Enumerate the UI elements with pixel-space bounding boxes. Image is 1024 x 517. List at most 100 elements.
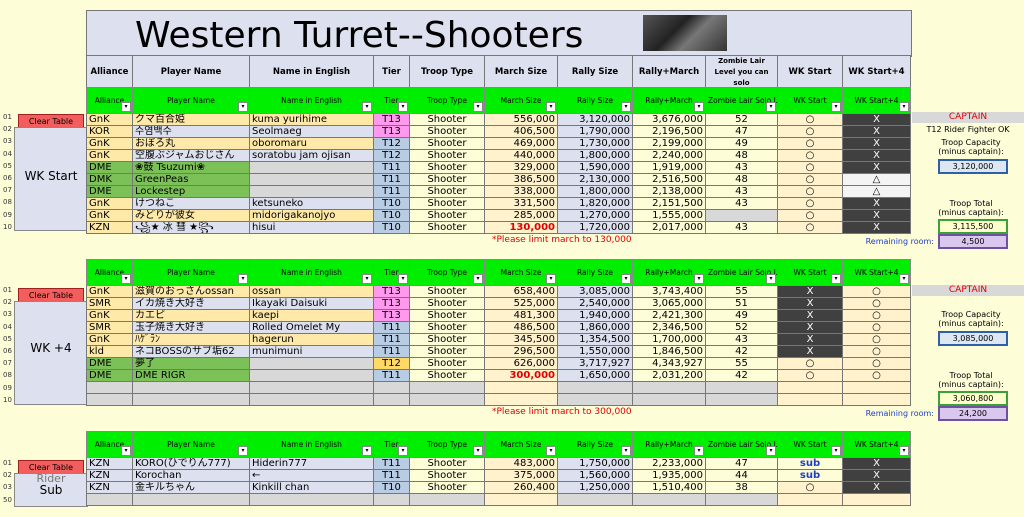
cell-alliance[interactable]: DME <box>86 357 133 370</box>
cell-troop-type[interactable] <box>409 393 485 406</box>
cell-rally-size[interactable]: 1,250,000 <box>557 481 633 494</box>
cell-rally-march[interactable]: 1,555,000 <box>632 209 706 222</box>
cell-player-name[interactable]: GreenPeas <box>132 173 250 186</box>
cell-rally-size[interactable] <box>557 493 633 506</box>
filter-dropdown-icon[interactable]: ▾ <box>899 102 909 112</box>
filter-dropdown-icon[interactable]: ▾ <box>238 446 248 456</box>
cell-rally-size[interactable]: 1,720,000 <box>557 221 633 234</box>
cell-rally-march[interactable]: 2,199,000 <box>632 137 706 150</box>
cell-player-name[interactable]: Korochan <box>132 469 250 482</box>
cell-alliance[interactable] <box>86 381 133 394</box>
cell-zombie-lair-level[interactable]: 52 <box>705 321 778 334</box>
filter-dropdown-icon[interactable]: ▾ <box>121 102 131 112</box>
cell-wk-start-4[interactable]: X <box>842 113 911 126</box>
cell-alliance[interactable]: SMR <box>86 297 133 310</box>
cell-tier[interactable]: T11 <box>373 345 410 358</box>
cell-alliance[interactable]: GnK <box>86 149 133 162</box>
cell-name-in-english[interactable]: ossan <box>249 285 374 298</box>
cell-tier[interactable]: T12 <box>373 357 410 370</box>
cell-wk-start[interactable]: ○ <box>777 113 843 126</box>
cell-wk-start-4[interactable]: ○ <box>842 321 911 334</box>
filter-dropdown-icon[interactable]: ▾ <box>621 102 631 112</box>
filter-dropdown-icon[interactable]: ▾ <box>694 446 704 456</box>
filter-dropdown-icon[interactable]: ▾ <box>238 274 248 284</box>
cell-march-size[interactable]: 481,300 <box>484 309 558 322</box>
filter-dropdown-icon[interactable]: ▾ <box>766 102 776 112</box>
cell-wk-start[interactable]: ○ <box>777 173 843 186</box>
cell-zombie-lair-level[interactable]: 44 <box>705 469 778 482</box>
cell-alliance[interactable]: DME <box>86 185 133 198</box>
cell-wk-start-4[interactable]: X <box>842 457 911 470</box>
cell-troop-type[interactable]: Shooter <box>409 457 485 470</box>
cell-rally-size[interactable]: 1,800,000 <box>557 149 633 162</box>
cell-tier[interactable]: T10 <box>373 209 410 222</box>
cell-name-in-english[interactable]: kaepi <box>249 309 374 322</box>
cell-tier[interactable]: T13 <box>373 113 410 126</box>
cell-march-size[interactable]: 285,000 <box>484 209 558 222</box>
cell-rally-size[interactable]: 1,790,000 <box>557 125 633 138</box>
cell-troop-type[interactable] <box>409 381 485 394</box>
filter-dropdown-icon[interactable]: ▾ <box>121 446 131 456</box>
cell-name-in-english[interactable]: kuma yurihime <box>249 113 374 126</box>
cell-troop-type[interactable]: Shooter <box>409 113 485 126</box>
filter-dropdown-icon[interactable]: ▾ <box>899 446 909 456</box>
cell-rally-march[interactable]: 2,151,500 <box>632 197 706 210</box>
cell-alliance[interactable]: SMR <box>86 321 133 334</box>
cell-name-in-english[interactable] <box>249 393 374 406</box>
cell-player-name[interactable]: ネコBOSSのサブ垢62 <box>132 345 250 358</box>
cell-zombie-lair-level[interactable] <box>705 493 778 506</box>
filter-dropdown-icon[interactable]: ▾ <box>899 274 909 284</box>
cell-player-name[interactable]: イカ焼き大好き <box>132 297 250 310</box>
cell-rally-march[interactable] <box>632 493 706 506</box>
cell-tier[interactable] <box>373 493 410 506</box>
cell-player-name[interactable]: けつねこ <box>132 197 250 210</box>
cell-troop-type[interactable]: Shooter <box>409 285 485 298</box>
cell-wk-start-4[interactable]: X <box>842 209 911 222</box>
cell-alliance[interactable]: GnK <box>86 197 133 210</box>
cell-rally-size[interactable]: 1,940,000 <box>557 309 633 322</box>
filter-dropdown-icon[interactable]: ▾ <box>121 274 131 284</box>
cell-rally-march[interactable]: 1,935,000 <box>632 469 706 482</box>
cell-player-name[interactable]: ꧁★ 冰 彗 ★꧂ <box>132 221 250 234</box>
cell-zombie-lair-level[interactable]: 43 <box>705 333 778 346</box>
filter-dropdown-icon[interactable]: ▾ <box>473 274 483 284</box>
cell-wk-start[interactable]: ○ <box>777 149 843 162</box>
cell-wk-start-4[interactable]: X <box>842 161 911 174</box>
cell-troop-type[interactable]: Shooter <box>409 297 485 310</box>
cell-march-size[interactable]: 525,000 <box>484 297 558 310</box>
filter-dropdown-icon[interactable]: ▾ <box>831 102 841 112</box>
cell-wk-start[interactable]: ○ <box>777 369 843 382</box>
cell-rally-march[interactable]: 2,196,500 <box>632 125 706 138</box>
cell-wk-start[interactable] <box>777 393 843 406</box>
cell-name-in-english[interactable]: hisui <box>249 221 374 234</box>
cell-rally-size[interactable]: 1,860,000 <box>557 321 633 334</box>
cell-rally-size[interactable]: 1,354,500 <box>557 333 633 346</box>
cell-wk-start[interactable]: ○ <box>777 137 843 150</box>
cell-wk-start-4[interactable]: X <box>842 481 911 494</box>
cell-alliance[interactable]: GnK <box>86 285 133 298</box>
cell-zombie-lair-level[interactable]: 43 <box>705 221 778 234</box>
cell-wk-start[interactable]: X <box>777 321 843 334</box>
cell-troop-type[interactable]: Shooter <box>409 221 485 234</box>
cell-wk-start[interactable]: sub <box>777 469 843 482</box>
cell-tier[interactable]: T11 <box>373 161 410 174</box>
cell-player-name[interactable]: クマ百合姫 <box>132 113 250 126</box>
cell-zombie-lair-level[interactable]: 55 <box>705 285 778 298</box>
cell-player-name[interactable]: 夢了 <box>132 357 250 370</box>
filter-dropdown-icon[interactable]: ▾ <box>238 102 248 112</box>
cell-zombie-lair-level[interactable]: 55 <box>705 357 778 370</box>
cell-name-in-english[interactable] <box>249 161 374 174</box>
cell-rally-march[interactable]: 3,743,400 <box>632 285 706 298</box>
cell-zombie-lair-level[interactable] <box>705 393 778 406</box>
filter-dropdown-icon[interactable]: ▾ <box>362 274 372 284</box>
cell-march-size[interactable]: 626,000 <box>484 357 558 370</box>
cell-troop-type[interactable]: Shooter <box>409 469 485 482</box>
cell-name-in-english[interactable]: midorigakanojyo <box>249 209 374 222</box>
cell-name-in-english[interactable]: Hiderin777 <box>249 457 374 470</box>
cell-rally-size[interactable]: 1,750,000 <box>557 457 633 470</box>
cell-alliance[interactable]: KZN <box>86 221 133 234</box>
cell-alliance[interactable]: KZN <box>86 481 133 494</box>
cell-troop-type[interactable]: Shooter <box>409 185 485 198</box>
cell-zombie-lair-level[interactable] <box>705 381 778 394</box>
cell-wk-start[interactable]: ○ <box>777 481 843 494</box>
